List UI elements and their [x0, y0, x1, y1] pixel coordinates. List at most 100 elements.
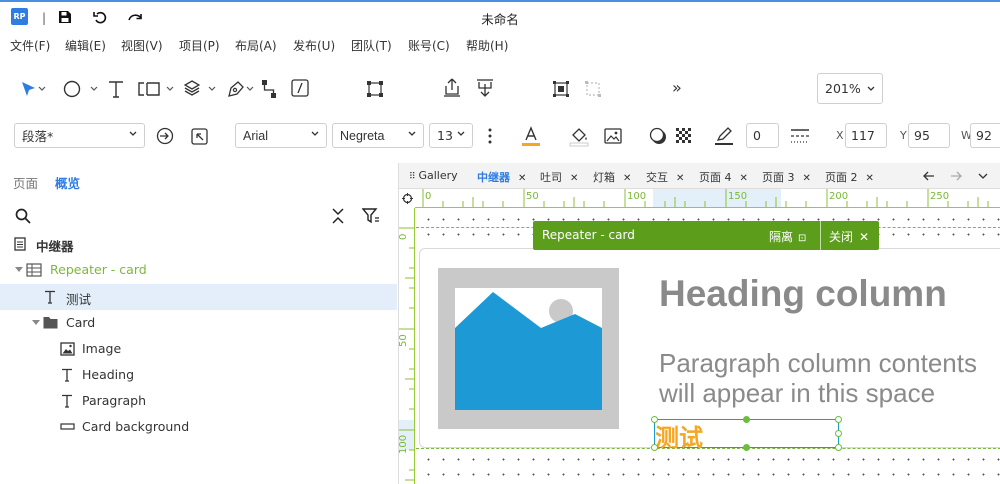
close-tab-icon[interactable]: ✕	[570, 173, 578, 184]
zoom-select[interactable]: 201%	[817, 73, 883, 104]
connector-tool-icon[interactable]	[261, 79, 277, 99]
tab-interaction[interactable]: 交互 ✕	[646, 169, 684, 185]
card-image[interactable]	[438, 268, 619, 429]
resize-handle[interactable]	[835, 430, 842, 437]
tree-item-card-background[interactable]: Card background	[0, 414, 397, 440]
resize-handle[interactable]	[651, 416, 658, 423]
tree-item-image[interactable]: Image	[0, 336, 397, 362]
chevron-down-icon[interactable]	[208, 86, 216, 92]
close-tab-icon[interactable]: ✕	[803, 173, 811, 184]
x-input[interactable]: 117	[845, 123, 887, 148]
ellipse-tool-icon[interactable]	[63, 80, 81, 98]
chevron-down-icon[interactable]	[166, 86, 174, 92]
font-size-select[interactable]: 13	[429, 123, 473, 148]
selected-text[interactable]: 测试	[655, 418, 703, 453]
resize-handle[interactable]	[743, 444, 750, 451]
tree-item-paragraph[interactable]: Paragraph	[0, 388, 397, 414]
close-tab-icon[interactable]: ✕	[740, 173, 748, 184]
tab-outline[interactable]: 概览	[55, 173, 80, 192]
tab-page-4[interactable]: 页面 4 ✕	[699, 169, 748, 185]
style-select[interactable]: 段落*	[14, 123, 145, 148]
ungroup-icon[interactable]	[584, 80, 602, 98]
resize-handle[interactable]	[835, 416, 842, 423]
border-width-input[interactable]: 0	[746, 123, 779, 148]
menu-publish[interactable]: 发布(U)	[293, 37, 335, 54]
filter-icon[interactable]	[362, 208, 380, 224]
arrow-right-icon[interactable]	[950, 171, 962, 181]
border-color-icon[interactable]	[714, 125, 734, 147]
isolate-button[interactable]: 隔离 ⊡	[769, 228, 806, 245]
repeater-edit-bar: Repeater - card 隔离 ⊡ 关闭 ✕	[533, 221, 879, 250]
tab-toast[interactable]: 吐司 ✕	[540, 169, 578, 185]
menu-team[interactable]: 团队(T)	[351, 37, 392, 54]
collapse-all-icon[interactable]	[331, 208, 345, 224]
shadow-icon[interactable]	[649, 127, 667, 145]
y-input[interactable]: 95	[908, 123, 950, 148]
points-tool-icon[interactable]	[366, 80, 384, 98]
tab-lightbox[interactable]: 灯箱 ✕	[593, 169, 631, 185]
close-repeater-button[interactable]: 关闭 ✕	[829, 228, 869, 245]
edit-style-icon[interactable]	[191, 128, 208, 145]
search-icon[interactable]	[15, 208, 31, 224]
text-color-icon[interactable]	[521, 126, 541, 148]
tree-item-repeater[interactable]: Repeater - card	[0, 257, 397, 283]
bring-forward-icon[interactable]	[443, 78, 461, 98]
send-backward-icon[interactable]	[476, 78, 494, 98]
menu-edit[interactable]: 编辑(E)	[65, 37, 106, 54]
resize-handle[interactable]	[743, 416, 750, 423]
expand-arrow-icon[interactable]	[32, 320, 40, 326]
tab-page-2[interactable]: 页面 2 ✕	[825, 169, 874, 185]
border-style-icon[interactable]	[790, 128, 810, 144]
tab-gallery[interactable]: ⠿ Gallery	[409, 169, 458, 182]
expand-arrow-icon[interactable]	[15, 267, 23, 273]
group-icon[interactable]	[552, 80, 570, 98]
tree-item-heading[interactable]: Heading	[0, 362, 397, 388]
resize-handle[interactable]	[835, 444, 842, 451]
chevron-down-icon[interactable]	[38, 86, 46, 92]
card-paragraph[interactable]: Paragraph column contents will appear in…	[659, 348, 977, 408]
hotspot-tool-icon[interactable]	[138, 80, 160, 98]
chevron-down-icon[interactable]	[246, 86, 254, 92]
tree-item-test-text[interactable]: 测试	[0, 284, 397, 310]
fill-color-icon[interactable]	[569, 126, 589, 148]
tab-pages[interactable]: 页面	[13, 173, 38, 192]
chevron-down-icon[interactable]	[978, 173, 988, 179]
border-width-value: 0	[753, 128, 761, 143]
select-tool-icon[interactable]	[20, 80, 38, 98]
tree-item-card[interactable]: Card	[0, 310, 397, 336]
image-icon	[60, 342, 75, 356]
close-tab-icon[interactable]: ✕	[676, 173, 684, 184]
w-input[interactable]: 92	[970, 123, 1000, 148]
menu-layout[interactable]: 布局(A)	[235, 37, 277, 54]
arrow-left-icon[interactable]	[923, 171, 935, 181]
snippet-tool-icon[interactable]	[291, 79, 309, 97]
tab-page-3[interactable]: 页面 3 ✕	[762, 169, 811, 185]
resize-handle[interactable]	[651, 444, 658, 451]
fill-image-icon[interactable]	[604, 127, 622, 145]
menu-file[interactable]: 文件(F)	[10, 37, 50, 54]
apply-style-icon[interactable]	[156, 127, 174, 145]
menu-account[interactable]: 账号(C)	[408, 37, 450, 54]
selection-box[interactable]: 测试	[651, 416, 842, 452]
card-heading[interactable]: Heading column	[659, 273, 947, 315]
more-tools-icon[interactable]: »	[672, 78, 682, 97]
close-tab-icon[interactable]: ✕	[518, 173, 526, 184]
more-options-icon[interactable]	[488, 127, 492, 145]
font-family-select[interactable]: Arial	[235, 123, 327, 148]
text-tool-icon[interactable]	[108, 80, 124, 98]
close-tab-icon[interactable]: ✕	[623, 173, 631, 184]
font-weight-select[interactable]: Negreta	[332, 123, 424, 148]
ruler-label: 100	[398, 434, 409, 454]
chevron-down-icon[interactable]	[90, 86, 98, 92]
menu-view[interactable]: 视图(V)	[121, 37, 163, 54]
tab-repeater[interactable]: 中继器 ✕	[477, 169, 526, 185]
menu-help[interactable]: 帮助(H)	[466, 37, 508, 54]
opacity-icon[interactable]	[675, 127, 693, 145]
text-icon	[45, 290, 55, 304]
tree-item-page[interactable]: 中继器	[0, 231, 397, 257]
ruler-origin-icon[interactable]	[402, 193, 413, 204]
menu-project[interactable]: 项目(P)	[179, 37, 220, 54]
close-tab-icon[interactable]: ✕	[866, 173, 874, 184]
pen-tool-icon[interactable]	[226, 79, 246, 99]
layers-tool-icon[interactable]	[184, 79, 200, 97]
